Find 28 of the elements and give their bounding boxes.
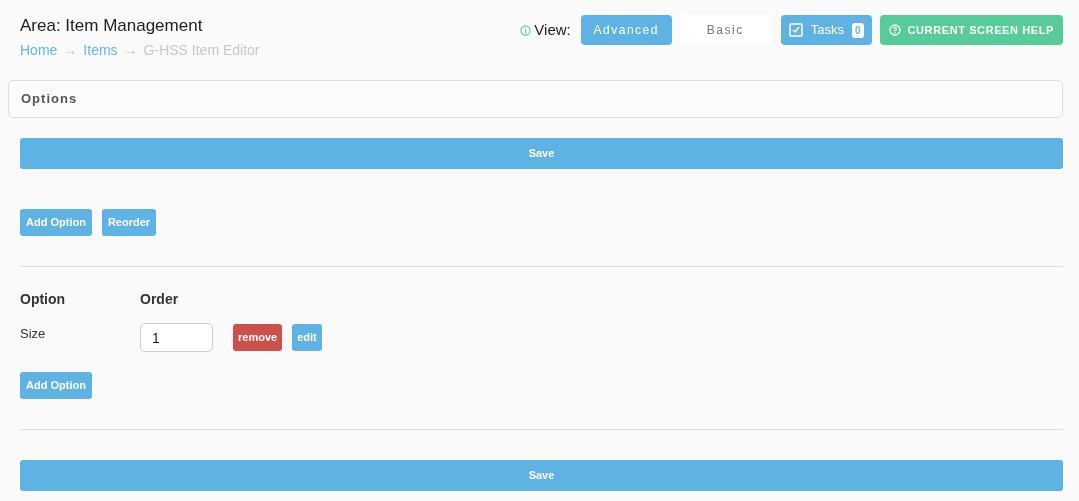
breadcrumb-arrow: → xyxy=(123,41,138,60)
remove-button[interactable]: remove xyxy=(233,324,283,351)
view-label: View: xyxy=(534,19,571,40)
count-badge: 0 xyxy=(851,22,864,38)
add-option-button[interactable]: Add Option xyxy=(20,372,92,399)
column-header: Option xyxy=(20,290,67,309)
help-label: CURRENT SCREEN HELP xyxy=(907,22,1054,38)
toolbar-button[interactable]: Reorder xyxy=(101,209,157,236)
order-field[interactable]: 1 xyxy=(140,323,213,352)
help-button[interactable]: CURRENT SCREEN HELP xyxy=(879,15,1063,45)
help-icon xyxy=(888,24,901,36)
option-name: Size xyxy=(20,324,47,343)
breadcrumb-link[interactable]: Home xyxy=(20,40,58,61)
view-toggle[interactable]: Advanced xyxy=(580,15,672,45)
save-button[interactable]: Save xyxy=(20,138,1063,169)
column-header: Order xyxy=(140,290,179,309)
view-toggle[interactable]: Basic xyxy=(679,15,771,45)
checkbox-icon xyxy=(788,23,803,37)
edit-button[interactable]: edit xyxy=(292,324,322,351)
breadcrumb-link[interactable]: Items xyxy=(83,40,118,61)
toolbar-button[interactable]: Add Option xyxy=(20,209,92,236)
breadcrumb-arrow: → xyxy=(63,41,78,60)
tasks-button[interactable]: Tasks 0 xyxy=(780,15,872,45)
panel-title: Options xyxy=(21,90,78,109)
save-button[interactable]: Save xyxy=(20,460,1063,491)
tasks-label: Tasks xyxy=(810,21,844,40)
info-icon xyxy=(520,24,532,36)
page-title: Area: Item Management xyxy=(20,15,204,37)
